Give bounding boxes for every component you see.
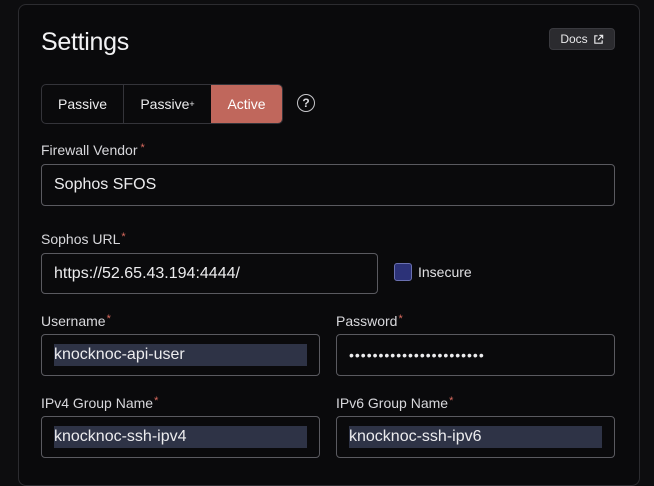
mode-option-passive-plus[interactable]: Passive + [123, 85, 211, 123]
docs-label: Docs [560, 32, 588, 46]
page-title: Settings [41, 28, 129, 56]
username-label: Username* [41, 313, 111, 329]
vendor-label: Firewall Vendor * [41, 142, 145, 158]
mode-selector: Passive Passive + Active [41, 84, 283, 124]
password-label: Password* [336, 313, 403, 329]
ipv4-group-input[interactable]: knocknoc-ssh-ipv4 [41, 416, 320, 458]
vendor-select[interactable]: Sophos SFOS [41, 164, 615, 206]
ipv6-group-value: knocknoc-ssh-ipv6 [349, 426, 602, 448]
ipv4-group-label: IPv4 Group Name* [41, 395, 159, 411]
mode-option-active[interactable]: Active [211, 85, 282, 123]
username-value: knocknoc-api-user [54, 344, 307, 366]
external-link-icon [593, 34, 603, 44]
ipv6-group-label: IPv6 Group Name* [336, 395, 454, 411]
insecure-label: Insecure [418, 264, 472, 280]
ipv4-group-value: knocknoc-ssh-ipv4 [54, 426, 307, 448]
ipv6-group-input[interactable]: knocknoc-ssh-ipv6 [336, 416, 615, 458]
url-label: Sophos URL* [41, 231, 126, 247]
docs-button[interactable]: Docs [549, 28, 615, 50]
password-input[interactable]: ••••••••••••••••••••••• [336, 334, 615, 376]
mode-option-passive[interactable]: Passive [42, 85, 123, 123]
username-input[interactable]: knocknoc-api-user [41, 334, 320, 376]
question-circle-icon[interactable]: ? [297, 94, 315, 112]
url-input[interactable]: https://52.65.43.194:4444/ [41, 253, 378, 294]
insecure-checkbox[interactable] [394, 263, 412, 281]
